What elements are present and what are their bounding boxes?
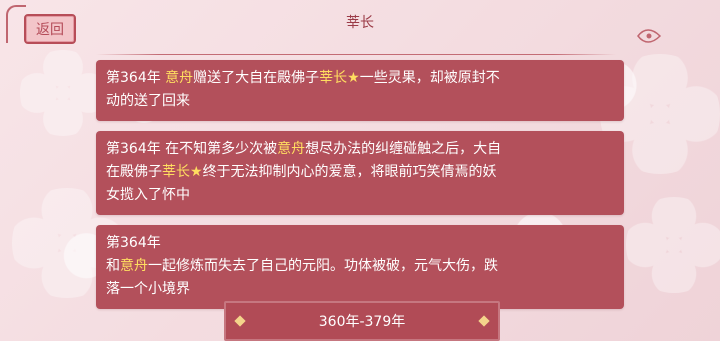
log-text: 在殿佛子 bbox=[106, 164, 162, 180]
year-range-label: 360年-379年 bbox=[318, 314, 406, 330]
header-divider bbox=[96, 54, 616, 55]
scroll-ornament-icon bbox=[637, 29, 662, 43]
highlight-text: 莘长★ bbox=[319, 70, 360, 86]
log-text: 第364年 bbox=[106, 70, 166, 86]
log-line: 和意舟一起修炼而失去了自己的元阳。功体被破，元气大伤，跌 bbox=[106, 255, 614, 278]
log-text: 第364年 bbox=[106, 235, 161, 251]
log-text: 一些灵果，却被原封不 bbox=[359, 70, 500, 86]
highlight-text: 意舟 bbox=[120, 258, 148, 274]
log-entry: 第364年和意舟一起修炼而失去了自己的元阳。功体被破，元气大伤，跌落一个小境界 bbox=[96, 225, 624, 309]
log-text: 女揽入了怀中 bbox=[106, 187, 190, 203]
highlight-text: 意舟 bbox=[165, 70, 194, 86]
top-bar: 返回 莘长 bbox=[0, 0, 720, 55]
log-text: 一起修炼而失去了自己的元阳。功体被破，元气大伤，跌 bbox=[148, 258, 498, 274]
log-entry: 第364年 在不知第多少次被意舟想尽办法的纠缠碰触之后，大自 在殿佛子莘长★终于无… bbox=[96, 131, 624, 215]
flower-decoration bbox=[20, 50, 106, 136]
page-title: 莘长 bbox=[346, 15, 374, 31]
log-line: 第364年 在不知第多少次被意舟想尽办法的纠缠碰触之后，大自 bbox=[106, 138, 614, 161]
log-text: 想尽办法的纠缠碰触之后，大自 bbox=[305, 141, 502, 157]
log-line: 第364年 意舟赠送了大自在殿佛子莘长★一些灵果，却被原封不 bbox=[106, 67, 614, 90]
highlight-text: 莘长★ bbox=[162, 164, 203, 180]
year-range-selector[interactable]: 360年-379年 bbox=[224, 301, 500, 341]
log-text: 赠送了大自在殿佛子 bbox=[193, 70, 320, 86]
log-text: 第364年 在不知第多少次被 bbox=[106, 141, 278, 157]
log-line: 在殿佛子莘长★终于无法抑制内心的爱意，将眼前巧笑倩焉的妖 bbox=[106, 161, 614, 184]
log-text: 动的送了回来 bbox=[106, 93, 190, 109]
log-text: 和 bbox=[106, 258, 120, 274]
log-line: 动的送了回来 bbox=[106, 90, 614, 113]
log-text: 落一个小境界 bbox=[106, 281, 190, 297]
highlight-text: 意舟 bbox=[277, 141, 306, 157]
log-line: 第364年 bbox=[106, 232, 614, 255]
flower-decoration bbox=[626, 197, 720, 293]
log-line: 女揽入了怀中 bbox=[106, 184, 614, 207]
log-text: 终于无法抑制内心的爱意，将眼前巧笑倩焉的妖 bbox=[202, 164, 497, 180]
log-entry: 第364年 意舟赠送了大自在殿佛子莘长★一些灵果，却被原封不动的送了回来 bbox=[96, 60, 624, 121]
event-log: 第364年 意舟赠送了大自在殿佛子莘长★一些灵果，却被原封不 动的送了回来 第36… bbox=[96, 60, 624, 319]
log-line: 落一个小境界 bbox=[106, 278, 614, 301]
